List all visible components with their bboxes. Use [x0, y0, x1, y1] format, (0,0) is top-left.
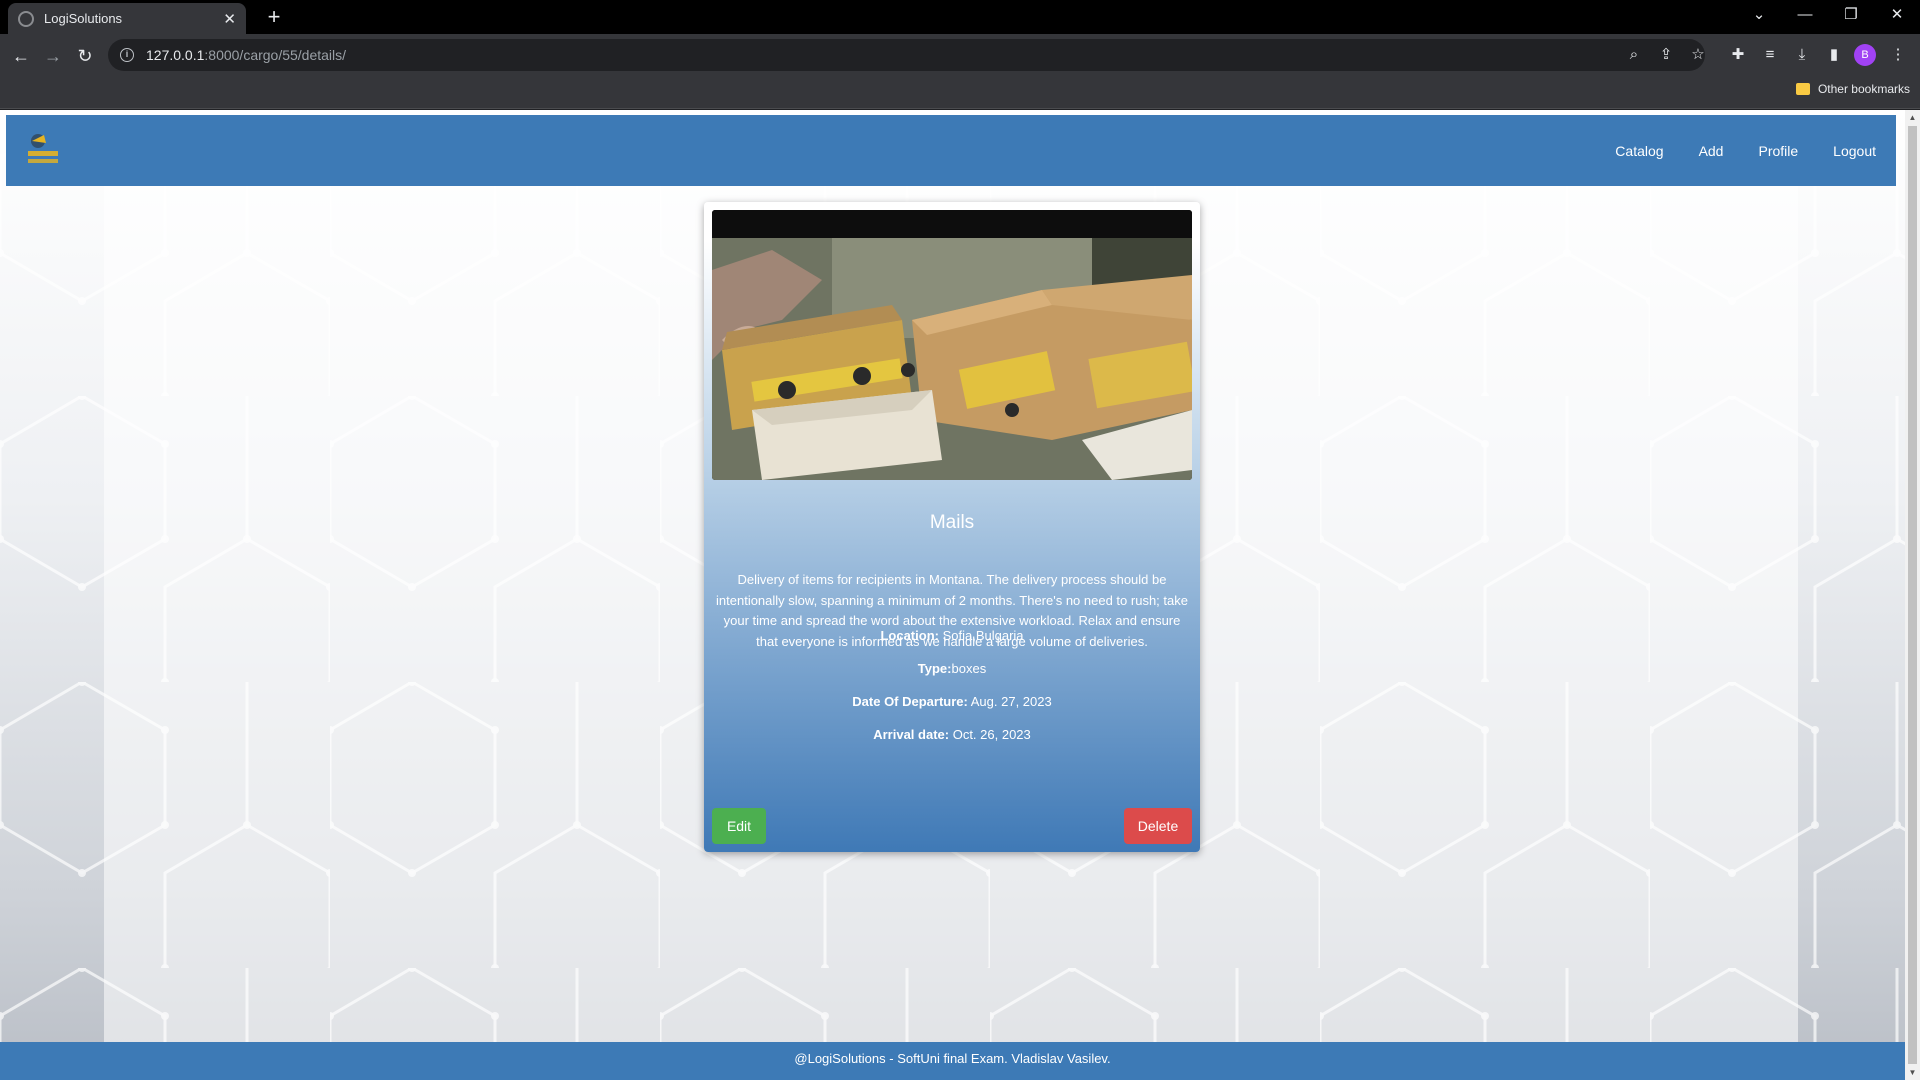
- browser-tab-strip: LogiSolutions ✕ + ⌄ — ❐ ✕: [0, 0, 1920, 34]
- scroll-down-arrow-icon[interactable]: ▼: [1908, 1068, 1917, 1077]
- download-icon[interactable]: ⤓: [1790, 43, 1814, 67]
- bookmark-star-icon[interactable]: ☆: [1686, 43, 1710, 67]
- other-bookmarks[interactable]: Other bookmarks: [1795, 82, 1910, 96]
- site-header: Catalog Add Profile Logout: [6, 115, 1896, 186]
- extensions-icon[interactable]: ✚: [1726, 43, 1750, 67]
- scrollbar-thumb[interactable]: [1908, 126, 1917, 1064]
- url-host: 127.0.0.1: [146, 47, 205, 63]
- page-viewport: Catalog Add Profile Logout Mails Deliver…: [0, 110, 1920, 1080]
- nav-catalog[interactable]: Catalog: [1615, 143, 1663, 159]
- footer-text: @LogiSolutions - SoftUni final Exam. Vla…: [794, 1051, 1111, 1066]
- reading-list-icon[interactable]: ≡: [1758, 43, 1782, 67]
- url-path: :8000/cargo/55/details/: [204, 47, 347, 63]
- cargo-details-card: Mails Delivery of items for recipients i…: [704, 202, 1200, 852]
- cargo-location: Location: Sofia,Bulgaria: [704, 628, 1200, 643]
- departure-label: Date Of Departure:: [852, 694, 968, 709]
- type-value: boxes: [951, 661, 987, 676]
- location-value: Sofia,Bulgaria: [938, 628, 1024, 643]
- cargo-image: [712, 210, 1192, 480]
- restore-button[interactable]: ❐: [1828, 0, 1874, 30]
- cargo-type: Type:boxes: [704, 661, 1200, 676]
- departure-value: Aug. 27, 2023: [967, 694, 1052, 709]
- cargo-arrival: Arrival date: Oct. 26, 2023: [704, 727, 1200, 742]
- close-window-button[interactable]: ✕: [1874, 0, 1920, 30]
- arrival-value: Oct. 26, 2023: [949, 727, 1031, 742]
- zoom-icon[interactable]: ⌕: [1622, 43, 1646, 67]
- close-tab-icon[interactable]: ✕: [223, 10, 236, 28]
- site-footer: @LogiSolutions - SoftUni final Exam. Vla…: [0, 1042, 1905, 1080]
- scroll-up-arrow-icon[interactable]: ▲: [1908, 113, 1917, 122]
- folder-icon: [1795, 83, 1810, 95]
- delete-button[interactable]: Delete: [1124, 808, 1192, 844]
- nav-logout[interactable]: Logout: [1833, 143, 1876, 159]
- bookmarks-bar: Other bookmarks: [0, 76, 1920, 109]
- side-panel-icon[interactable]: ▮: [1822, 43, 1846, 67]
- browser-tab[interactable]: LogiSolutions ✕: [8, 3, 246, 34]
- globe-icon: [18, 10, 34, 27]
- edit-button[interactable]: Edit: [712, 808, 766, 844]
- tab-search-icon[interactable]: ⌄: [1736, 0, 1782, 30]
- nav-add[interactable]: Add: [1699, 143, 1724, 159]
- type-label: Type:: [917, 661, 952, 676]
- nav-profile[interactable]: Profile: [1758, 143, 1798, 159]
- menu-icon[interactable]: ⋮: [1886, 43, 1910, 67]
- site-info-icon[interactable]: i: [120, 48, 134, 62]
- browser-toolbar: ← → ↻ i 127.0.0.1:8000/cargo/55/details/…: [0, 34, 1920, 76]
- cargo-departure: Date Of Departure: Aug. 27, 2023: [704, 694, 1200, 709]
- reload-button[interactable]: ↻: [72, 43, 98, 69]
- profile-avatar[interactable]: B: [1854, 44, 1876, 66]
- forward-button[interactable]: →: [40, 43, 66, 69]
- new-tab-button[interactable]: +: [260, 3, 288, 31]
- main-nav: Catalog Add Profile Logout: [1580, 115, 1876, 186]
- address-bar[interactable]: i 127.0.0.1:8000/cargo/55/details/: [108, 39, 1705, 71]
- minimize-button[interactable]: —: [1782, 0, 1828, 30]
- cargo-title: Mails: [929, 512, 975, 533]
- share-icon[interactable]: ⇪: [1654, 43, 1678, 67]
- logisolutions-logo[interactable]: [24, 129, 64, 171]
- back-button[interactable]: ←: [8, 43, 34, 69]
- location-label: Location:: [880, 628, 939, 643]
- tab-title: LogiSolutions: [44, 11, 123, 26]
- arrival-label: Arrival date:: [873, 727, 950, 742]
- other-bookmarks-label: Other bookmarks: [1817, 82, 1910, 96]
- page-scrollbar[interactable]: ▲ ▼: [1905, 110, 1920, 1080]
